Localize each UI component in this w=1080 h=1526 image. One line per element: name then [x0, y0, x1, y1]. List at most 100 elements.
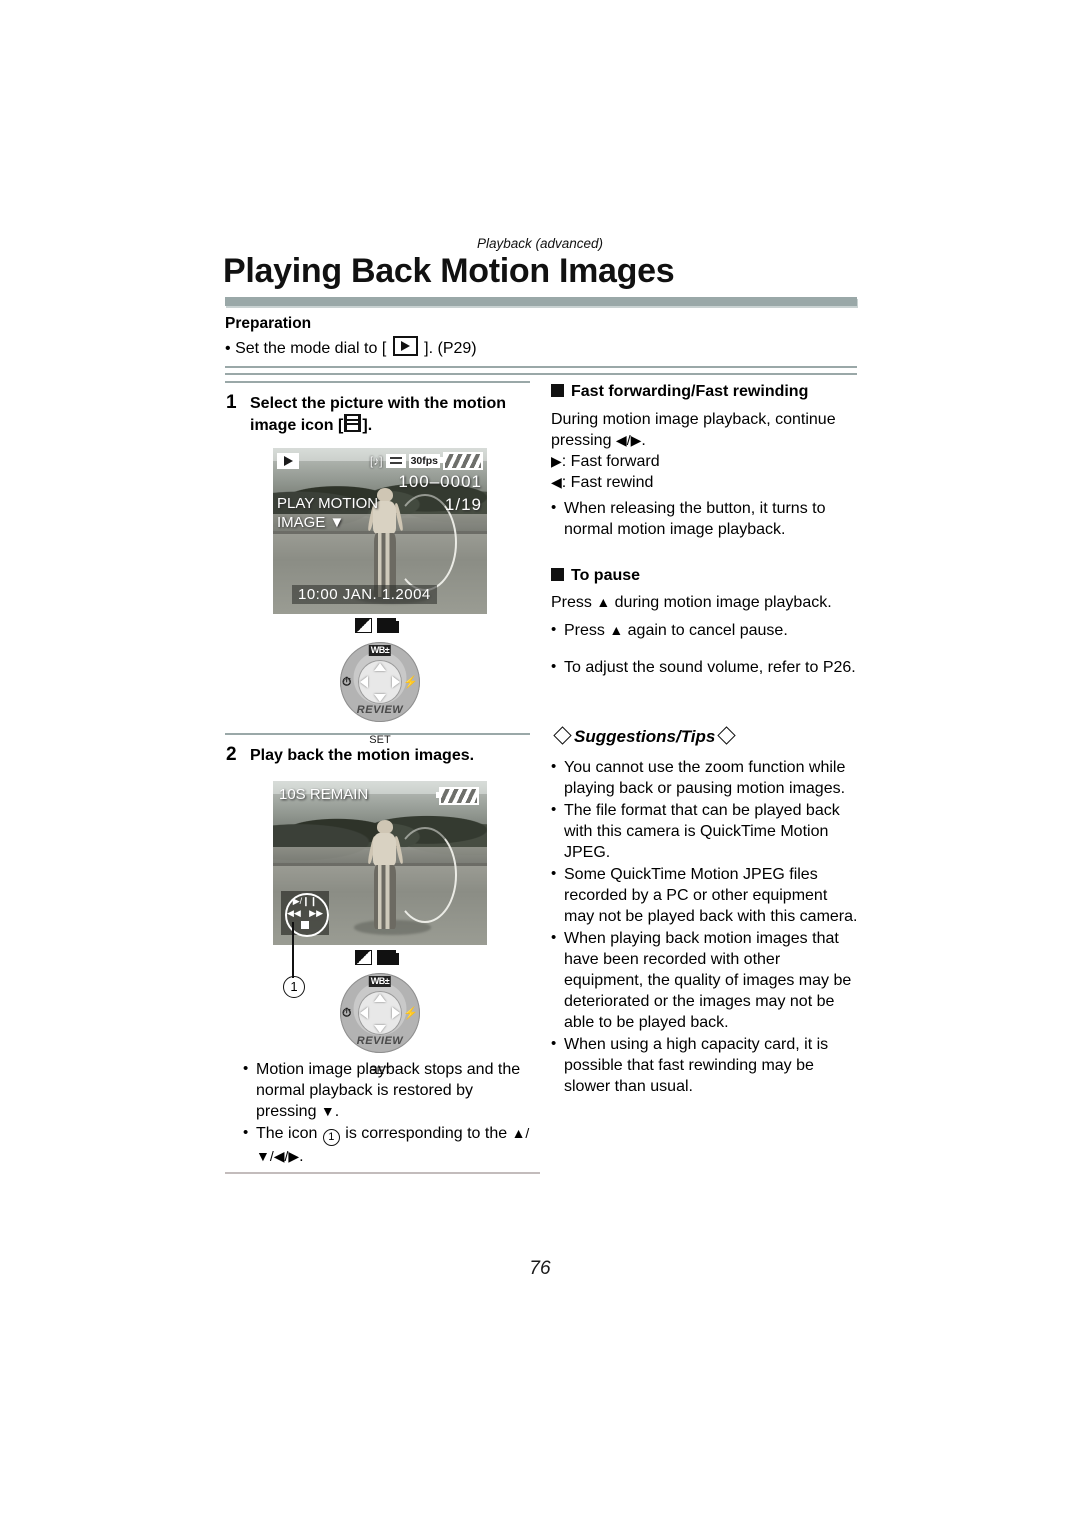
datetime-stamp: 10:00 JAN. 1.2004: [292, 585, 437, 604]
person-head: [377, 487, 394, 503]
section-kicker: Playback (advanced): [476, 236, 604, 251]
diamond-icon-right: [717, 726, 737, 745]
tips-list: You cannot use the zoom function while p…: [551, 756, 861, 1097]
review-label: REVIEW: [356, 1035, 404, 1047]
motion-image-icon: [385, 453, 406, 468]
cursor-dial-illustration-1: WB± ⏱ ⚡ REVIEW SET: [330, 624, 430, 746]
dial-left-arrow: [360, 1007, 368, 1019]
note-text-before: Motion image playback stops and the norm…: [256, 1061, 521, 1120]
right-arrow-glyph: ▶: [551, 453, 562, 469]
dial-ring: WB± ⏱ ⚡ REVIEW: [340, 642, 420, 722]
person-head: [377, 820, 394, 835]
pause-note-before: Press: [564, 622, 610, 639]
play-icon: [277, 452, 299, 469]
dial-left-arrow: [360, 676, 368, 688]
to-pause-notes: Press ▲ again to cancel pause. To adjust…: [551, 619, 861, 679]
callout-number-1: 1: [283, 976, 305, 998]
left-column-rule-bottom: [225, 1172, 540, 1174]
dial-down-arrow: [374, 694, 386, 702]
left-right-arrow-glyph: ◀/▶: [615, 432, 642, 448]
list-item: To adjust the sound volume, refer to P26…: [551, 656, 861, 678]
playback-icon: [392, 336, 418, 356]
note-text-after: .: [334, 1103, 340, 1120]
step-2-heading: Play back the motion images.: [250, 747, 475, 764]
file-number: 100–0001: [398, 472, 482, 491]
dial-up-arrow: [374, 994, 386, 1002]
left-arrow-glyph: ◀: [551, 474, 562, 490]
self-timer-icon: ⏱: [342, 674, 352, 689]
preparation-text-before: Set the mode dial to [: [235, 340, 387, 357]
left-column-notes: Motion image playback stops and the norm…: [243, 1058, 533, 1168]
person-torso: [372, 833, 397, 866]
note-text-after: .: [299, 1148, 304, 1165]
callout-leader-line: [292, 922, 294, 978]
list-item: Motion image playback stops and the norm…: [243, 1058, 533, 1122]
notes-list: Motion image playback stops and the norm…: [243, 1058, 533, 1167]
diamond-icon-left: [553, 726, 572, 745]
list-item: Press ▲ again to cancel pause.: [551, 619, 861, 641]
list-item: ◀: Fast rewind: [551, 472, 861, 493]
to-pause-heading-text: To pause: [571, 567, 641, 584]
flash-icon: ⚡: [403, 1006, 418, 1020]
list-item: The file format that can be played back …: [551, 799, 861, 863]
manual-page: Playback (advanced) Playing Back Motion …: [0, 0, 1080, 1526]
list-item: When playing back motion images that hav…: [551, 927, 861, 1033]
up-arrow-glyph: ▲: [609, 622, 624, 638]
pause-note-after: again to cancel pause.: [623, 622, 788, 639]
dial-ring: WB± ⏱ ⚡ REVIEW: [340, 973, 420, 1053]
notes-list: Press ▲ again to cancel pause. To adjust…: [551, 619, 861, 678]
up-arrow-glyph: ▲: [596, 594, 611, 610]
suggestions-tips-list: You cannot use the zoom function while p…: [551, 756, 861, 1098]
motion-image-icon: [344, 414, 362, 432]
step-1-text-before: Select the picture with the motion image…: [250, 395, 507, 434]
battery-icon: [440, 451, 483, 470]
ff-item-label: : Fast forward: [561, 453, 660, 470]
dial-right-arrow: [392, 676, 400, 688]
list-item: When using a high capacity card, it is p…: [551, 1033, 861, 1097]
dial-down-arrow: [374, 1025, 386, 1033]
fast-forward-heading-text: Fast forwarding/Fast rewinding: [571, 383, 809, 400]
fast-forward-body: During motion image playback, continue p…: [551, 409, 861, 451]
remaining-time-label: 10S REMAIN: [279, 786, 369, 803]
playback-control-overlay: ▶/❙❙ ◀◀ ▶▶: [281, 891, 329, 937]
preparation-bullet: • Set the mode dial to [ ]. (P29): [225, 336, 825, 358]
square-bullet-icon: [551, 384, 564, 397]
step-2-number: 2: [226, 744, 237, 765]
page-number: 76: [529, 1258, 551, 1279]
fps-badge: 30fps: [408, 453, 440, 468]
dial-up-arrow: [374, 663, 386, 671]
pause-body-before: Press: [551, 594, 597, 611]
frame-counter: 1/19: [444, 495, 482, 514]
suggestions-tips-heading: Suggestions/Tips: [551, 726, 871, 747]
play-pause-icon: ▶/❙❙: [292, 896, 318, 906]
title-rule: [225, 297, 857, 306]
fast-forward-note: When releasing the button, it turns to n…: [551, 497, 861, 541]
audio-icon: [♪]: [369, 453, 383, 468]
ff-item-label: : Fast rewind: [561, 474, 654, 491]
notes-list: When releasing the button, it turns to n…: [551, 497, 861, 540]
play-motion-label-line2: IMAGE ▼: [277, 514, 345, 531]
page-title: Playing Back Motion Images: [223, 252, 675, 290]
self-timer-icon: ⏱: [342, 1005, 352, 1020]
preparation-heading: Preparation: [225, 315, 312, 332]
play-motion-label-line1: PLAY MOTION: [277, 495, 379, 512]
set-label: SET: [369, 734, 391, 746]
review-label: REVIEW: [356, 704, 404, 716]
list-item: Some QuickTime Motion JPEG files recorde…: [551, 863, 861, 927]
pause-note-before: To adjust the sound volume, refer to P26…: [564, 659, 856, 676]
preparation-text-after: ]. (P29): [424, 340, 477, 357]
left-column-rule-top: [225, 381, 530, 383]
photo-jump-rope: [392, 826, 457, 923]
lcd-status-bar: [♪] 30fps: [277, 451, 483, 470]
fast-forward-icon: ▶▶: [309, 908, 323, 918]
list-item: When releasing the button, it turns to n…: [551, 497, 861, 540]
down-arrow-glyph: ▼: [320, 1103, 335, 1119]
dial-right-arrow: [392, 1007, 400, 1019]
pause-body-after: during motion image playback.: [610, 594, 832, 611]
callout-number-reference: 1: [322, 1129, 340, 1146]
section-double-rule: [225, 366, 857, 375]
fast-forward-key-list: ▶: Fast forward ◀: Fast rewind: [551, 451, 861, 493]
note-text-before: The icon: [256, 1125, 322, 1142]
to-pause-body: Press ▲ during motion image playback.: [551, 592, 861, 613]
list-item: ▶: Fast forward: [551, 451, 861, 472]
